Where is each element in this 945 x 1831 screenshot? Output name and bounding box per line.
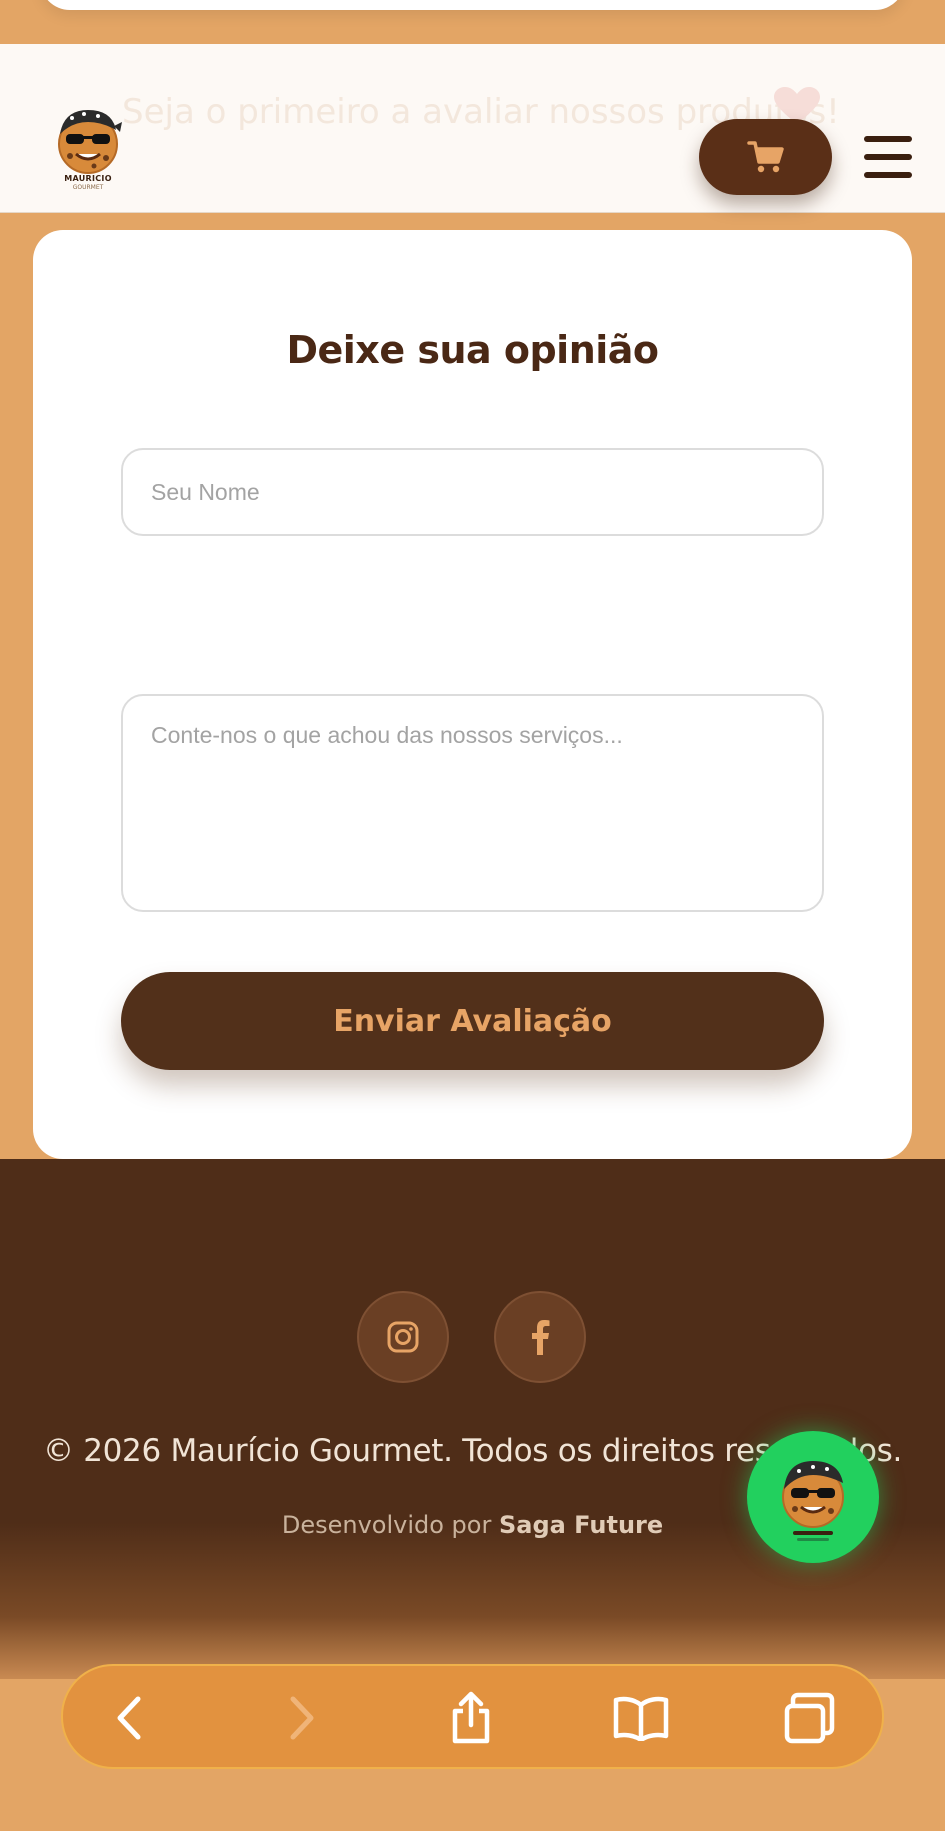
cookie-mascot-icon (782, 1461, 844, 1541)
hamburger-menu-icon[interactable] (864, 136, 912, 178)
developer-link[interactable]: Saga Future (499, 1511, 663, 1539)
share-icon (452, 1691, 490, 1744)
browser-toolbar (61, 1664, 884, 1769)
site-footer: © 2026 Maurício Gourmet. Todos os direit… (0, 1159, 945, 1679)
browser-bookmarks-button[interactable] (611, 1688, 671, 1748)
review-form-title: Deixe sua opinião (286, 328, 659, 372)
site-header: Seja o primeiro a avaliar nossos produto… (0, 44, 945, 213)
tabs-icon (784, 1692, 835, 1744)
review-message-textarea[interactable] (121, 694, 824, 912)
name-input[interactable] (121, 448, 824, 536)
cookie-mascot-icon (58, 110, 122, 174)
brand-logo[interactable]: MAURICIO GOURMET (50, 104, 126, 200)
logo-text: MAURICIO (64, 174, 112, 183)
submit-review-button[interactable]: Enviar Avaliação (121, 972, 824, 1070)
developer-prefix: Desenvolvido por (281, 1511, 499, 1539)
cart-button[interactable] (699, 119, 832, 195)
logo-subtext: GOURMET (72, 184, 104, 191)
browser-forward-button[interactable] (272, 1688, 332, 1748)
previous-card-edge (40, 0, 905, 10)
review-form-card: Deixe sua opinião Enviar Avaliação (33, 230, 912, 1159)
instagram-link[interactable] (357, 1291, 449, 1383)
browser-share-button[interactable] (441, 1688, 501, 1748)
browser-tabs-button[interactable] (780, 1688, 840, 1748)
facebook-link[interactable] (494, 1291, 586, 1383)
browser-back-button[interactable] (99, 1688, 159, 1748)
book-icon (613, 1696, 669, 1741)
chevron-right-icon (290, 1696, 314, 1740)
facebook-icon (532, 1320, 550, 1355)
instagram-icon (387, 1321, 419, 1353)
floating-contact-button[interactable] (747, 1431, 879, 1563)
cart-icon (746, 141, 784, 173)
chevron-left-icon (117, 1696, 141, 1740)
